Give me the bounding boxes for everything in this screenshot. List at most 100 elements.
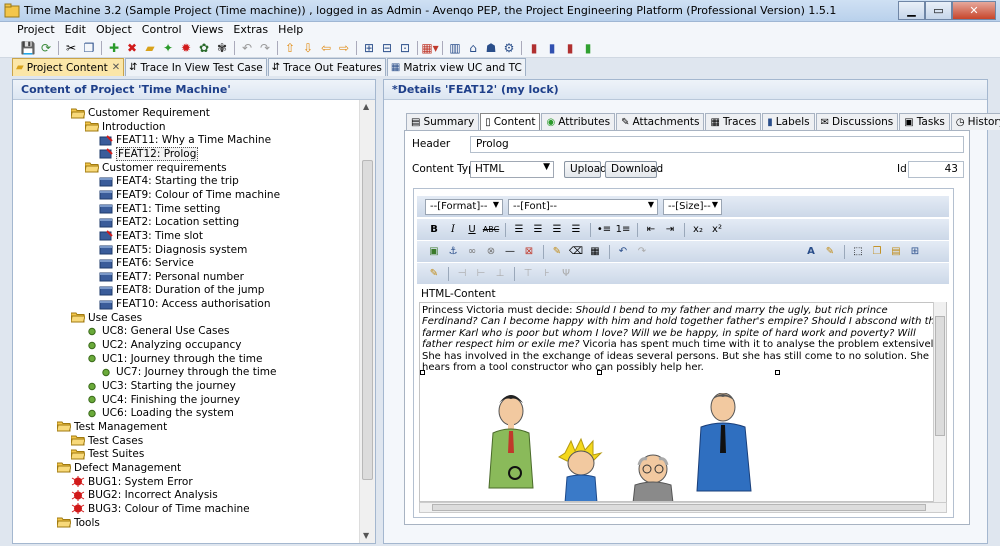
tab-trace-in-view-test-case[interactable]: ⇵ Trace In View Test Case bbox=[125, 58, 267, 76]
close-tab-icon[interactable]: ✕ bbox=[112, 62, 120, 73]
tree-item[interactable]: Test Cases bbox=[71, 434, 143, 448]
books-three-icon[interactable]: ▮ bbox=[561, 40, 579, 56]
tab-discussions[interactable]: ✉ Discussions bbox=[815, 113, 899, 130]
user-group-icon[interactable]: ☗ bbox=[482, 40, 500, 56]
refresh-icon[interactable]: ⟳ bbox=[37, 40, 55, 56]
user-home-icon[interactable]: ⌂ bbox=[464, 40, 482, 56]
tree-item[interactable]: BUG2: Incorrect Analysis bbox=[71, 488, 218, 502]
tree-item[interactable]: UC7: Journey through the time bbox=[99, 365, 276, 379]
report-dropdown-icon[interactable]: ▦▾ bbox=[421, 40, 439, 56]
undo-icon[interactable]: ↶ bbox=[238, 40, 256, 56]
add-icon[interactable]: ✚ bbox=[105, 40, 123, 56]
scroll-thumb[interactable] bbox=[935, 316, 945, 436]
tab-matrix-view[interactable]: ▦ Matrix view UC and TC bbox=[386, 58, 526, 76]
tree-item[interactable]: FEAT4: Starting the trip bbox=[99, 174, 239, 188]
layout-two-icon[interactable]: ⊟ bbox=[378, 40, 396, 56]
header-input[interactable]: Prolog bbox=[470, 136, 964, 153]
superscript-icon[interactable]: x² bbox=[708, 222, 726, 238]
italic-icon[interactable]: I bbox=[444, 222, 462, 238]
insert-column-icon[interactable]: ⊢ bbox=[472, 266, 490, 282]
resize-handle[interactable] bbox=[420, 370, 425, 375]
tree-item[interactable]: UC6: Loading the system bbox=[85, 406, 234, 420]
content-horizontal-scrollbar[interactable] bbox=[419, 502, 947, 513]
content-type-select[interactable]: HTML ▼ bbox=[470, 161, 554, 178]
tree-item[interactable]: FEAT6: Service bbox=[99, 256, 194, 270]
font-color-icon[interactable]: A bbox=[802, 244, 820, 260]
resize-handle[interactable] bbox=[597, 370, 602, 375]
arrow-right-icon[interactable]: ⇨ bbox=[335, 40, 353, 56]
save-icon[interactable]: 💾 bbox=[19, 40, 37, 56]
tree-item[interactable]: UC3: Starting the journey bbox=[85, 379, 236, 393]
tree-item[interactable]: FEAT10: Access authorisation bbox=[99, 297, 271, 311]
menu-help[interactable]: Help bbox=[273, 22, 308, 38]
align-right-icon[interactable]: ☰ bbox=[548, 222, 566, 238]
books-one-icon[interactable]: ▮ bbox=[525, 40, 543, 56]
tree-item[interactable]: FEAT2: Location setting bbox=[99, 215, 239, 229]
new-tool-icon[interactable]: ✾ bbox=[213, 40, 231, 56]
bold-icon[interactable]: B bbox=[425, 222, 443, 238]
arrow-down-icon[interactable]: ⇩ bbox=[299, 40, 317, 56]
merge-cells-icon[interactable]: ⊤ bbox=[519, 266, 537, 282]
copy-icon[interactable]: ❐ bbox=[80, 40, 98, 56]
user-settings-icon[interactable]: ⚙ bbox=[500, 40, 518, 56]
tree-item[interactable]: Test Suites bbox=[71, 447, 144, 461]
menu-edit[interactable]: Edit bbox=[60, 22, 91, 38]
align-center-icon[interactable]: ☰ bbox=[529, 222, 547, 238]
menu-views[interactable]: Views bbox=[187, 22, 229, 38]
numbered-list-icon[interactable]: 1≡ bbox=[614, 222, 632, 238]
clean-format-icon[interactable]: ✎ bbox=[548, 244, 566, 260]
tab-summary[interactable]: ▤ Summary bbox=[406, 113, 480, 130]
tree-item[interactable]: UC4: Finishing the journey bbox=[85, 393, 240, 407]
unlink-icon[interactable]: ⊗ bbox=[482, 244, 500, 260]
split-cells-icon[interactable]: ⊦ bbox=[538, 266, 556, 282]
edit-table-icon[interactable]: ✎ bbox=[425, 266, 443, 282]
tree-item[interactable]: Test Management bbox=[57, 420, 167, 434]
font-select[interactable]: --[Font]-- ▼ bbox=[508, 198, 658, 215]
new-folder-icon[interactable]: ▰ bbox=[141, 40, 159, 56]
menu-extras[interactable]: Extras bbox=[228, 22, 273, 38]
align-left-icon[interactable]: ☰ bbox=[510, 222, 528, 238]
tab-project-content[interactable]: ▰ Project Content ✕ bbox=[12, 58, 125, 76]
copy-format-icon[interactable]: ❐ bbox=[868, 244, 886, 260]
tree-item[interactable]: FEAT7: Personal number bbox=[99, 270, 244, 284]
table-icon[interactable]: ▦ bbox=[586, 244, 604, 260]
tree-item[interactable]: Use Cases bbox=[71, 311, 142, 325]
user-chart-icon[interactable]: ▥ bbox=[446, 40, 464, 56]
resize-handle[interactable] bbox=[775, 370, 780, 375]
upload-button[interactable]: Upload bbox=[564, 161, 607, 178]
maximize-button[interactable]: ▭ bbox=[925, 1, 952, 20]
menu-project[interactable]: Project bbox=[12, 22, 60, 38]
tab-trace-out-features[interactable]: ⇵ Trace Out Features bbox=[267, 58, 386, 76]
underline-icon[interactable]: U bbox=[463, 222, 481, 238]
undo-icon[interactable]: ↶ bbox=[614, 244, 632, 260]
tab-labels[interactable]: ▮ Labels bbox=[762, 113, 815, 130]
tree-item[interactable]: FEAT12: Prolog bbox=[99, 146, 199, 161]
outdent-icon[interactable]: ⇤ bbox=[642, 222, 660, 238]
special-char-icon[interactable]: ⊠ bbox=[520, 244, 538, 260]
tab-history[interactable]: ◷History bbox=[950, 113, 1000, 130]
image-icon[interactable]: ▣ bbox=[425, 244, 443, 260]
tab-tasks[interactable]: ▣ Tasks bbox=[899, 113, 950, 130]
subscript-icon[interactable]: x₂ bbox=[689, 222, 707, 238]
tab-content[interactable]: ▯ Content bbox=[480, 113, 541, 130]
tree-item[interactable]: FEAT11: Why a Time Machine bbox=[99, 133, 271, 147]
new-use-case-icon[interactable]: ✦ bbox=[159, 40, 177, 56]
arrow-up-icon[interactable]: ⇧ bbox=[281, 40, 299, 56]
tab-traces[interactable]: ▦ Traces bbox=[705, 113, 762, 130]
strikethrough-icon[interactable]: ABC bbox=[482, 222, 500, 238]
scroll-up-icon[interactable]: ▲ bbox=[363, 102, 373, 112]
html-content-area[interactable]: Princess Victoria must decide: Should I … bbox=[419, 302, 947, 502]
tab-attachments[interactable]: ✎ Attachments bbox=[616, 113, 705, 130]
arrow-left-icon[interactable]: ⇦ bbox=[317, 40, 335, 56]
eraser-icon[interactable]: ⌫ bbox=[567, 244, 585, 260]
tree-item[interactable]: FEAT8: Duration of the jump bbox=[99, 283, 264, 297]
tab-attributes[interactable]: ◉ Attributes bbox=[541, 113, 616, 130]
tree-item[interactable]: Tools bbox=[57, 516, 100, 530]
tree-item[interactable]: UC1: Journey through the time bbox=[85, 352, 262, 366]
characters-illustration[interactable] bbox=[475, 393, 775, 502]
tree-item[interactable]: Customer requirements bbox=[85, 161, 227, 175]
tree-item[interactable]: BUG1: System Error bbox=[71, 475, 193, 489]
menu-object[interactable]: Object bbox=[91, 22, 137, 38]
insert-element-icon[interactable]: ⊞ bbox=[906, 244, 924, 260]
new-test-icon[interactable]: ✿ bbox=[195, 40, 213, 56]
